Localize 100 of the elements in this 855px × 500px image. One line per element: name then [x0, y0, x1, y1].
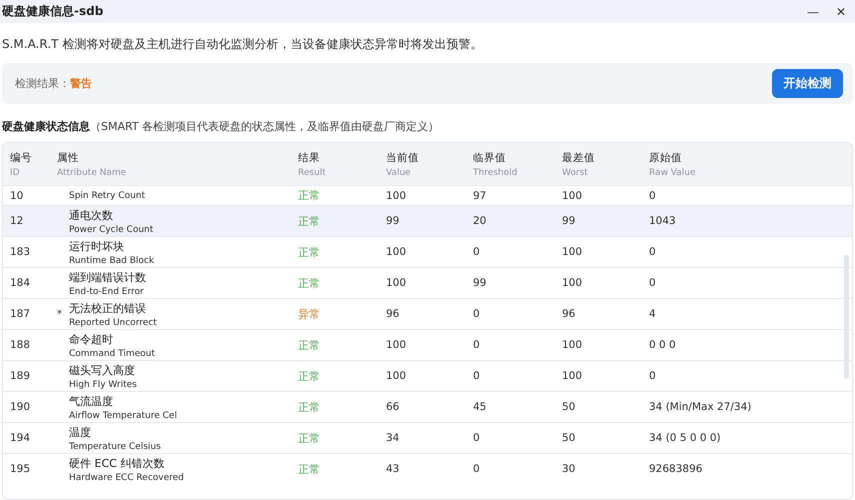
attribute-name: 硬件 ECC 纠错次数: [69, 456, 166, 470]
table-cell-text: 99: [473, 277, 488, 289]
table-cell-text: 1043: [649, 215, 677, 227]
result-status: 正常: [298, 244, 321, 260]
attribute-english-name: Spin Retry Count: [69, 190, 146, 200]
attribute-english-name: High Fly Writes: [69, 380, 137, 390]
table-cell-text: 190: [10, 401, 32, 413]
table-cell-text: 96: [562, 308, 576, 320]
attribute-name: 磁头写入高度: [69, 362, 136, 378]
result-label: 检测结果：: [15, 76, 70, 91]
column-header: 属性: [57, 150, 80, 164]
table-cell-text: 100: [562, 277, 584, 289]
table-cell-text: 100: [562, 190, 584, 202]
table-cell-text: 100: [386, 277, 408, 289]
table-cell-text: 34 (0 5 0 0 0): [649, 432, 722, 444]
result-status: 正常: [298, 338, 321, 352]
table-cell-text: 34 (Min/Max 27/34): [649, 401, 752, 413]
minimize-button[interactable]: —: [799, 0, 827, 22]
table-cell-text: 100: [386, 370, 408, 382]
table-cell-text: 99: [562, 215, 576, 227]
close-button[interactable]: ✕: [827, 0, 855, 22]
column-subheader: ID: [10, 168, 21, 178]
table-cell-text: 10: [10, 190, 24, 202]
table-cell-text: 30: [562, 463, 576, 475]
column-header: 临界值: [473, 150, 507, 164]
table-row[interactable]: 194 温度 Temperature Celsius 正常 34 0 50 34 (0 5 0 0 0): [3, 422, 852, 453]
table-cell-text: 0: [473, 246, 481, 258]
column-subheader: Value: [386, 168, 412, 178]
attribute-name: 气流温度: [69, 394, 114, 408]
table-cell-text: 100: [386, 190, 408, 202]
table-cell-text: 0: [649, 246, 657, 258]
table-cell-text: 34: [386, 432, 400, 444]
result-status: 异常: [298, 306, 321, 322]
table-row[interactable]: 189 磁头写入高度 High Fly Writes 正常 100 0 100 0: [3, 360, 852, 391]
attribute-name: 命令超时: [69, 332, 114, 346]
attribute-english-name: Hardware ECC Recovered: [69, 472, 184, 482]
table-cell-text: 187: [10, 308, 32, 320]
table-cell-text: 189: [10, 370, 32, 382]
table-cell-text: 100: [386, 246, 408, 258]
table-cell-text: 50: [562, 432, 576, 444]
table-cell-text: 4: [649, 308, 657, 320]
table-cell-text: 194: [10, 432, 32, 444]
table-cell-text: 66: [386, 401, 400, 413]
column-subheader: Result: [298, 168, 327, 178]
attribute-english-name: Reported Uncorrect: [69, 318, 157, 328]
column-header: 结果: [298, 150, 321, 164]
table-cell-text: 100: [386, 339, 408, 351]
attribute-name: 温度: [69, 424, 92, 440]
result-value: 警告: [70, 76, 92, 91]
flag-marker: *: [57, 308, 62, 320]
attribute-name: 端到端错误计数: [69, 270, 146, 284]
column-subheader: Worst: [562, 168, 589, 178]
table-row[interactable]: 190 气流温度 Airflow Temperature Cel 正常 66 45 50 34 (Min/Max 27/34): [3, 391, 852, 422]
table-cell-text: 0: [473, 463, 481, 475]
attribute-english-name: Airflow Temperature Cel: [69, 410, 177, 420]
attribute-english-name: Command Timeout: [69, 348, 155, 358]
column-header: 原始值: [649, 150, 683, 164]
table-cell-text: 50: [562, 401, 576, 413]
table-cell-text: 0: [649, 277, 657, 289]
attribute-name: 无法校正的错误: [69, 300, 147, 316]
table-row[interactable]: 12 通电次数 Power Cycle Count 正常 99 20 99 1043: [3, 205, 852, 236]
table-row[interactable]: 187 * 无法校正的错误 Reported Uncorrect 异常 96 0 96 4: [3, 298, 852, 329]
result-status: 正常: [298, 214, 321, 228]
table-cell-text: 184: [10, 277, 32, 289]
section-title: 硬盘健康状态信息: [2, 119, 90, 134]
table-cell-text: 0: [649, 370, 657, 382]
table-cell-text: 12: [10, 215, 24, 227]
table-cell-text: 0: [473, 432, 481, 444]
column-subheader: Attribute Name: [57, 168, 128, 178]
attribute-name: 运行时坏块: [69, 238, 125, 254]
table-cell-text: 100: [562, 246, 584, 258]
column-subheader: Raw Value: [649, 168, 697, 178]
table-cell-text: 0: [473, 308, 481, 320]
attribute-english-name: Power Cycle Count: [69, 224, 154, 234]
column-header: 最差值: [562, 150, 596, 164]
result-status: 正常: [298, 368, 321, 384]
table-cell-text: 100: [562, 339, 584, 351]
scrollbar-thumb[interactable]: [844, 255, 849, 379]
description-text: S.M.A.R.T 检测将对硬盘及主机进行自动化监测分析，当设备健康状态异常时将发出预警。: [2, 36, 484, 53]
table-cell-text: 188: [10, 339, 32, 351]
column-header: 编号: [10, 150, 33, 164]
result-status: 正常: [298, 188, 321, 203]
table-cell-text: 96: [386, 308, 400, 320]
table-cell-text: 20: [473, 215, 488, 227]
table-cell-text: 97: [473, 190, 488, 202]
table-cell-text: 100: [562, 370, 584, 382]
attribute-name: 通电次数: [69, 208, 114, 222]
window-title: 硬盘健康信息-sdb: [2, 3, 104, 20]
attribute-english-name: End-to-End Error: [69, 286, 145, 296]
start-check-button[interactable]: 开始检测: [772, 69, 843, 98]
section-note: （SMART 各检测项目代表硬盘的状态属性，及临界值由硬盘厂商定义）: [90, 119, 440, 134]
table-cell-text: 0: [649, 190, 657, 202]
table-cell-text: 43: [386, 463, 400, 475]
attribute-english-name: Temperature Celsius: [69, 442, 161, 452]
table-cell-text: 0 0 0: [649, 339, 677, 351]
column-header: 当前值: [386, 150, 420, 164]
table-cell-text: 0: [473, 339, 481, 351]
table-cell-text: 0: [473, 370, 481, 382]
table-cell-text: 195: [10, 463, 32, 475]
table-cell-text: 45: [473, 401, 488, 413]
